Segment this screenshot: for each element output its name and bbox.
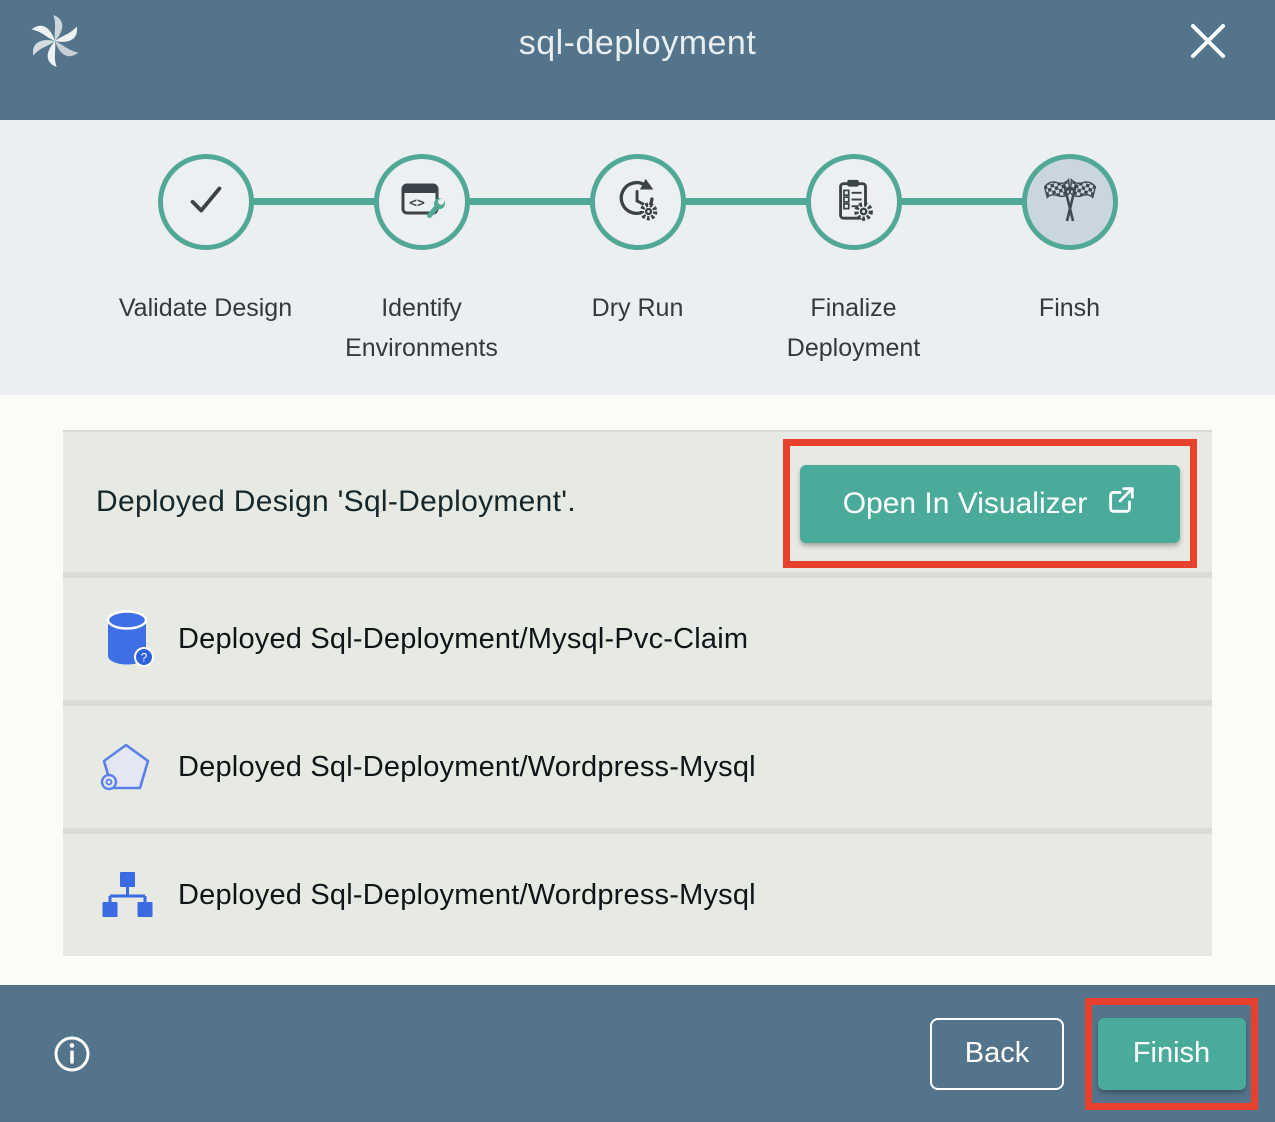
- annotation-highlight-visualizer: Open In Visualizer: [783, 439, 1197, 568]
- annotation-highlight-finish: Finish: [1085, 998, 1258, 1110]
- open-in-visualizer-label: Open In Visualizer: [843, 487, 1088, 521]
- step-label: Dry Run: [538, 288, 738, 328]
- result-row-wordpress: Deployed Sql-Deployment/Wordpress-Mysql: [63, 706, 1212, 828]
- svg-text:<>: <>: [409, 196, 425, 211]
- close-icon[interactable]: [1187, 20, 1229, 62]
- external-link-icon: [1105, 484, 1137, 524]
- pentagon-icon: [98, 736, 156, 798]
- step-dry-run: Dry Run: [530, 154, 746, 368]
- svg-text:?: ?: [141, 651, 148, 665]
- result-row-pvc: ? Deployed Sql-Deployment/Mysql-Pvc-Clai…: [63, 578, 1212, 700]
- result-row-text: Deployed Sql-Deployment/Wordpress-Mysql: [178, 879, 756, 912]
- step-label: Finalize Deployment: [754, 288, 954, 368]
- clipboard-gear-icon: [831, 177, 877, 228]
- info-icon[interactable]: [52, 1034, 92, 1074]
- step-circle-dry-run: [590, 154, 686, 250]
- hierarchy-icon: [98, 864, 156, 926]
- result-row-text: Deployed Sql-Deployment/Mysql-Pvc-Claim: [178, 623, 748, 656]
- step-identify-environments: <> Identify Environments: [314, 154, 530, 368]
- deployed-design-text: Deployed Design 'Sql-Deployment'.: [96, 485, 576, 519]
- deployed-design-row: Deployed Design 'Sql-Deployment'. Open I…: [63, 432, 1212, 572]
- step-validate-design: Validate Design: [98, 154, 314, 368]
- code-wrench-icon: <>: [398, 176, 446, 229]
- checkered-flags-icon: [1044, 174, 1096, 231]
- result-row-text: Deployed Sql-Deployment/Wordpress-Mysql: [178, 751, 756, 784]
- step-circle-identify: <>: [374, 154, 470, 250]
- step-label: Validate Design: [106, 288, 306, 328]
- deployment-wizard-modal: sql-deployment Validate Design: [0, 0, 1275, 1122]
- step-finalize-deployment: Finalize Deployment: [746, 154, 962, 368]
- wizard-stepper: Validate Design <>: [0, 120, 1275, 395]
- step-circle-finalize: [806, 154, 902, 250]
- modal-title: sql-deployment: [0, 24, 1275, 63]
- result-row-wordpress-2: Deployed Sql-Deployment/Wordpress-Mysql: [63, 834, 1212, 956]
- back-button[interactable]: Back: [930, 1018, 1064, 1090]
- finish-button[interactable]: Finish: [1098, 1018, 1246, 1090]
- step-circle-validate: [158, 154, 254, 250]
- open-in-visualizer-button[interactable]: Open In Visualizer: [800, 465, 1180, 543]
- step-circle-finish: [1022, 154, 1118, 250]
- deployment-results: Deployed Design 'Sql-Deployment'. Open I…: [0, 395, 1275, 985]
- step-label: Finsh: [970, 288, 1170, 328]
- step-label: Identify Environments: [322, 288, 522, 368]
- check-icon: [183, 177, 229, 228]
- dry-run-icon: [615, 177, 661, 228]
- step-finish: Finsh: [962, 154, 1178, 368]
- modal-footer: Back Finish: [0, 985, 1275, 1122]
- modal-header: sql-deployment: [0, 0, 1275, 120]
- database-icon: ?: [98, 608, 156, 670]
